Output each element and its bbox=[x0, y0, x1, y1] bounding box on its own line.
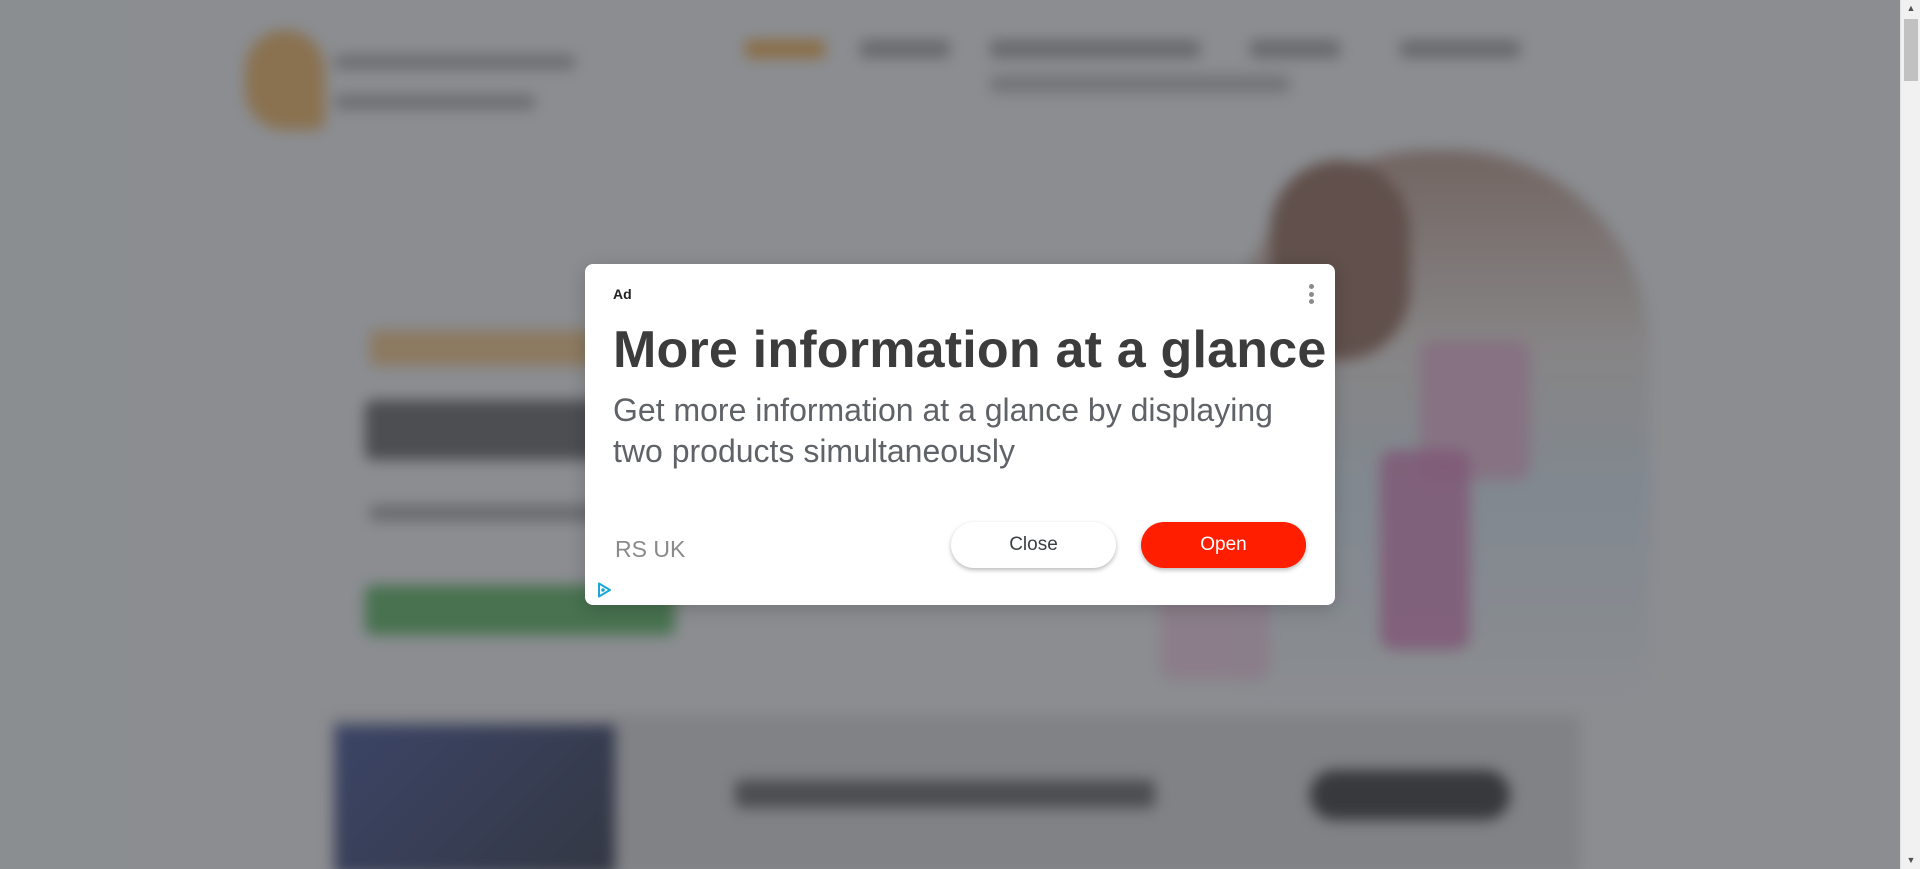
more-vert-icon[interactable] bbox=[1305, 284, 1317, 308]
adchoices-icon[interactable] bbox=[595, 581, 613, 599]
ad-headline[interactable]: More information at a glance bbox=[613, 320, 1326, 380]
interstitial-ad-dialog: Ad More information at a glance Get more… bbox=[585, 264, 1335, 605]
vertical-scrollbar[interactable]: ▲ ▼ bbox=[1900, 0, 1920, 869]
ad-label: Ad bbox=[613, 286, 632, 302]
scroll-down-arrow-icon[interactable]: ▼ bbox=[1901, 852, 1920, 869]
scroll-up-arrow-icon[interactable]: ▲ bbox=[1901, 0, 1920, 17]
scrollbar-thumb[interactable] bbox=[1904, 19, 1918, 81]
ad-description[interactable]: Get more information at a glance by disp… bbox=[613, 390, 1313, 472]
open-button[interactable]: Open bbox=[1141, 522, 1306, 568]
ad-advertiser-name[interactable]: RS UK bbox=[615, 536, 685, 563]
close-button[interactable]: Close bbox=[951, 522, 1116, 568]
